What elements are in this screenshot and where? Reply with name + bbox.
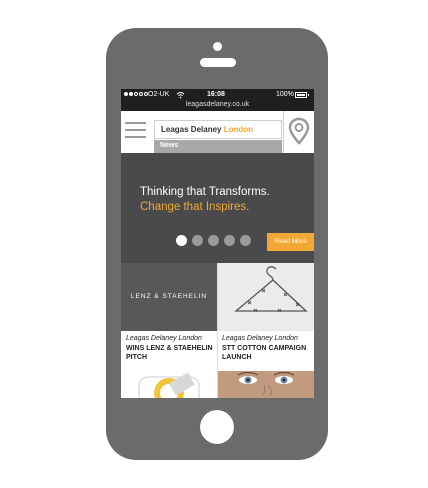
phone-frame: O2-UK 16:08 100% leagasdelaney.co.uk Lea… xyxy=(106,28,328,460)
barbed-wire-hanger-icon xyxy=(234,266,308,313)
screen: O2-UK 16:08 100% leagasdelaney.co.uk Lea… xyxy=(121,89,314,398)
carousel-dots xyxy=(176,235,251,246)
camera xyxy=(213,42,222,51)
news-title[interactable]: STT COTTON CAMPAIGN LAUNCH xyxy=(222,344,314,362)
battery-icon xyxy=(295,92,309,98)
status-bar: O2-UK 16:08 100% leagasdelaney.co.uk xyxy=(121,89,314,111)
clock: 16:08 xyxy=(207,91,225,98)
news-agency: Leagas Delaney London xyxy=(126,335,202,342)
section-label[interactable]: News xyxy=(154,140,282,153)
news-agency: Leagas Delaney London xyxy=(222,335,298,342)
url-bar[interactable]: leagasdelaney.co.uk xyxy=(121,101,314,108)
wifi-icon xyxy=(176,92,185,99)
brand-city: London xyxy=(223,125,254,134)
carousel-dot-1[interactable] xyxy=(176,235,187,246)
hamburger-menu-icon[interactable] xyxy=(125,120,146,140)
news-item[interactable]: Leagas Delaney London STT COTTON CAMPAIG… xyxy=(222,335,314,362)
lenz-logo-text: LENZ & STAEHELIN xyxy=(130,293,208,300)
carousel-dot-5[interactable] xyxy=(240,235,251,246)
home-button[interactable] xyxy=(199,409,235,445)
news-title[interactable]: WINS LENZ & STAEHELIN PITCH xyxy=(126,344,218,362)
signal-icon xyxy=(124,92,148,96)
news-item[interactable]: Leagas Delaney London WINS LENZ & STAEHE… xyxy=(126,335,218,362)
carousel-dot-2[interactable] xyxy=(192,235,203,246)
news-image-lenz[interactable]: LENZ & STAEHELIN xyxy=(121,263,217,331)
carrier-label: O2-UK xyxy=(148,91,170,98)
site-header: Leagas Delaney London News xyxy=(121,111,314,153)
location-pin-icon[interactable] xyxy=(283,111,314,153)
hero-banner: Thinking that Transforms. Change that In… xyxy=(121,153,314,263)
hero-headline: Thinking that Transforms. xyxy=(140,186,270,198)
brand-name: Leagas Delaney xyxy=(161,125,222,134)
brand-logo[interactable]: Leagas Delaney London xyxy=(154,120,282,139)
hero-subheadline: Change that Inspires. xyxy=(140,201,250,213)
speaker xyxy=(200,58,236,67)
read-more-button[interactable]: Read More xyxy=(267,233,314,251)
carousel-dot-3[interactable] xyxy=(208,235,219,246)
news-image-partial[interactable] xyxy=(121,371,217,398)
news-image-portrait[interactable] xyxy=(218,371,314,398)
news-image-hanger[interactable] xyxy=(218,263,314,331)
carousel-dot-4[interactable] xyxy=(224,235,235,246)
battery-percent: 100% xyxy=(276,91,294,98)
